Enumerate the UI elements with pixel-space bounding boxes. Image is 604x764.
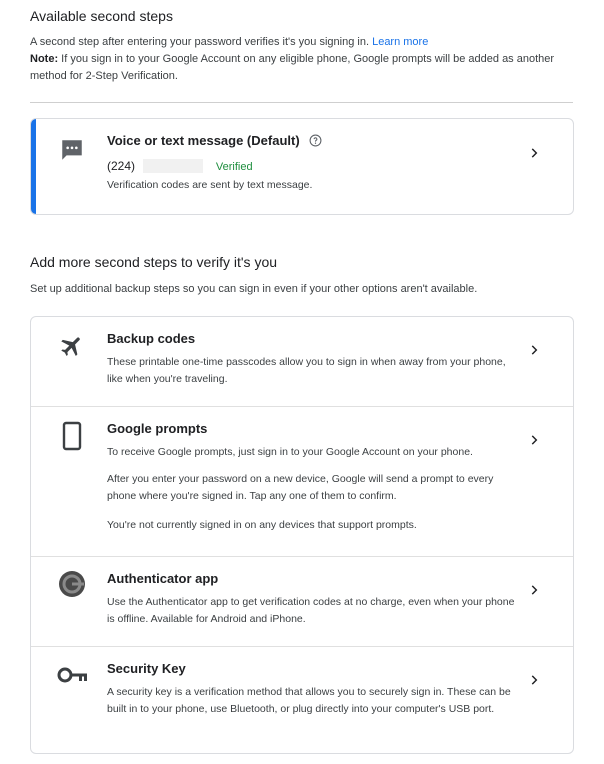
phone-number: (224)	[107, 159, 136, 173]
verified-status: Verified	[215, 161, 253, 173]
message-icon	[62, 140, 82, 160]
default-method-description: Verification codes are sent by text mess…	[107, 179, 313, 191]
phone-number-masked	[143, 159, 204, 173]
method-title: Google prompts	[107, 421, 208, 436]
phone-icon	[62, 421, 82, 451]
method-description: You're not currently signed in on any de…	[107, 519, 417, 531]
intro-description: A second step after entering your passwo…	[30, 34, 570, 85]
chevron-right-icon[interactable]	[527, 146, 541, 160]
more-description: Set up additional backup steps so you ca…	[30, 283, 478, 295]
method-description: A security key is a verification method …	[107, 686, 511, 715]
note-text: If you sign in to your Google Account on…	[30, 53, 555, 82]
intro-text: A second step after entering your passwo…	[30, 36, 370, 48]
learn-more-link[interactable]: Learn more	[372, 36, 428, 48]
section-title-available: Available second steps	[30, 8, 173, 24]
method-description: These printable one-time passcodes allow…	[107, 356, 506, 385]
authenticator-icon	[59, 571, 85, 597]
chevron-right-icon[interactable]	[527, 583, 541, 597]
default-method-title-row: Voice or text message (Default)	[107, 133, 322, 148]
method-row-authenticator[interactable]: Authenticator app Use the Authenticator …	[31, 557, 573, 647]
method-description: To receive Google prompts, just sign in …	[107, 446, 473, 458]
method-description: Use the Authenticator app to get verific…	[107, 596, 515, 625]
key-icon	[57, 667, 87, 683]
default-method-card[interactable]: Voice or text message (Default) (224) Ve…	[30, 118, 574, 215]
chevron-right-icon[interactable]	[527, 343, 541, 357]
airplane-icon	[61, 337, 80, 356]
help-icon[interactable]	[309, 134, 322, 147]
more-steps-card: Backup codes These printable one-time pa…	[30, 316, 574, 754]
method-title: Authenticator app	[107, 571, 219, 586]
method-description: After you enter your password on a new d…	[107, 473, 494, 502]
method-row-google-prompts[interactable]: Google prompts To receive Google prompts…	[31, 407, 573, 557]
method-title: Backup codes	[107, 331, 196, 346]
default-method-title: Voice or text message (Default)	[107, 133, 300, 148]
note-label: Note:	[30, 53, 59, 65]
phone-row: (224) Verified	[107, 157, 253, 175]
method-title: Security Key	[107, 661, 186, 676]
section-title-more: Add more second steps to verify it's you	[30, 254, 278, 270]
method-row-security-key[interactable]: Security Key A security key is a verific…	[31, 647, 573, 753]
chevron-right-icon[interactable]	[527, 433, 541, 447]
chevron-right-icon[interactable]	[527, 673, 541, 687]
method-row-backup-codes[interactable]: Backup codes These printable one-time pa…	[31, 317, 573, 407]
section-divider	[30, 102, 573, 103]
default-accent-bar	[31, 119, 36, 214]
